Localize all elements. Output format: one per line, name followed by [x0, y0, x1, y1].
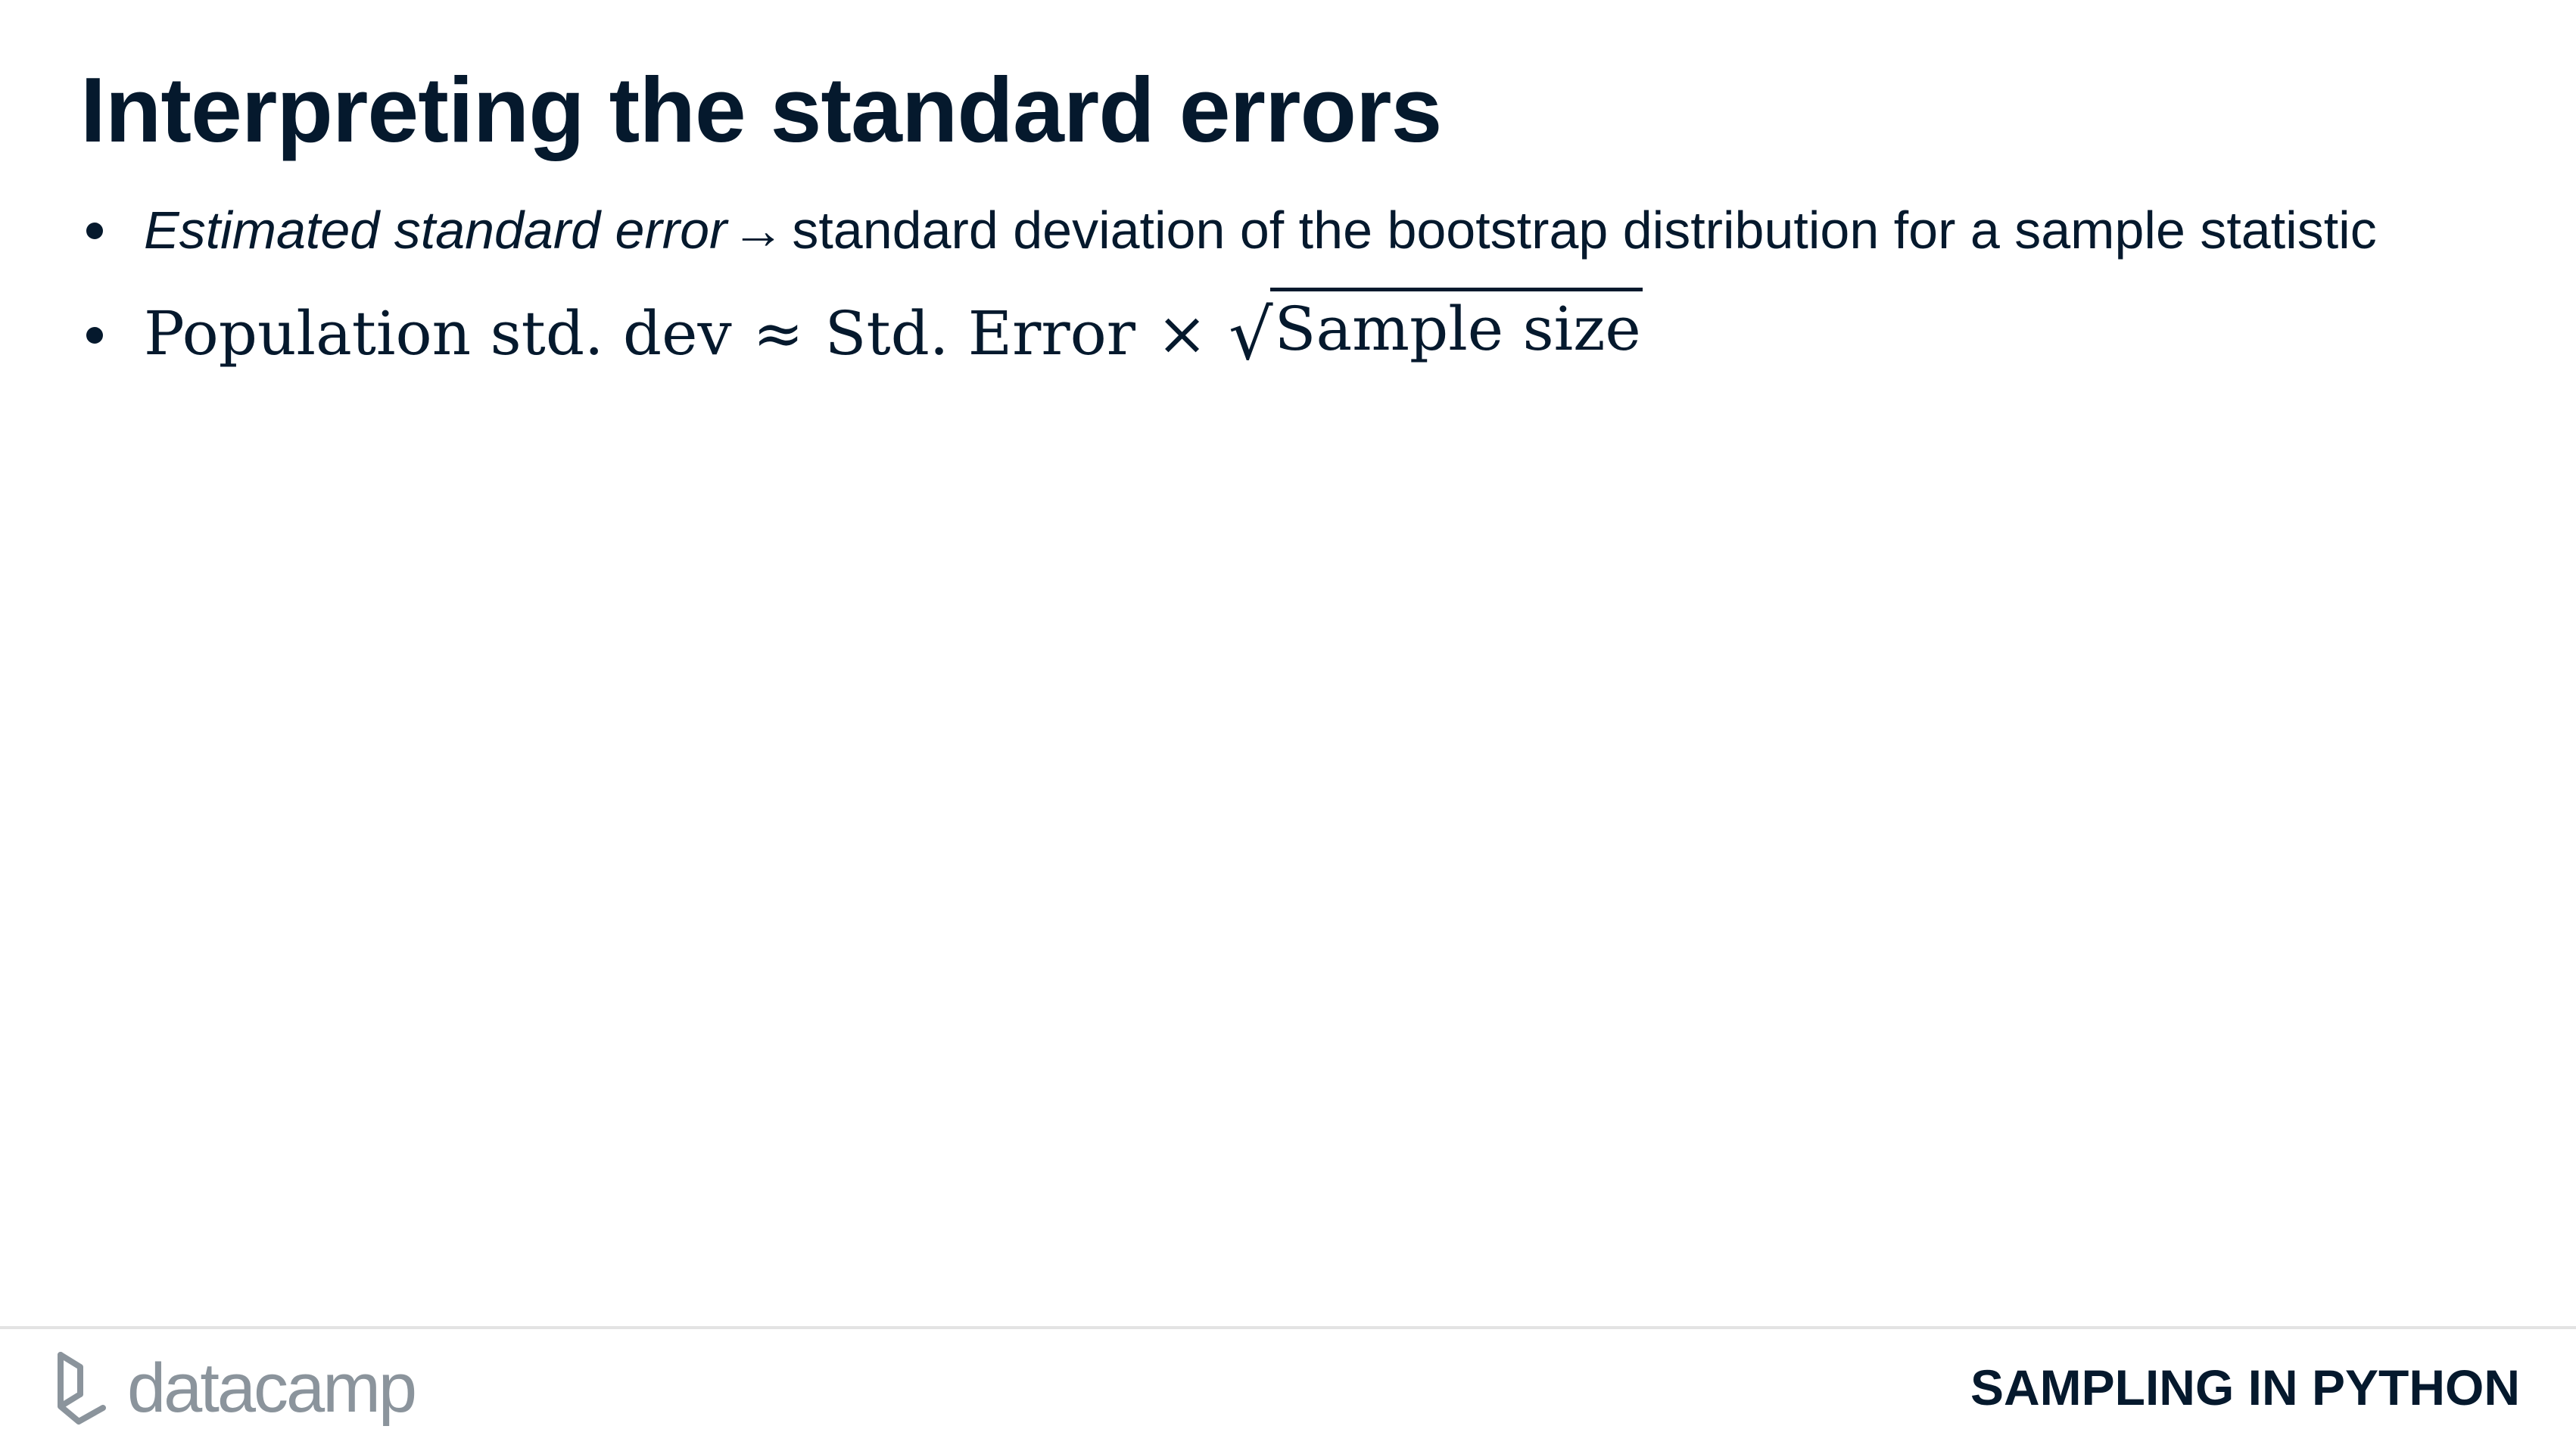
datacamp-logo-icon: [58, 1352, 106, 1425]
bullet-marker: [86, 223, 103, 239]
term-estimated-standard-error: Estimated standard error: [144, 201, 727, 260]
bullet-marker: [86, 327, 103, 344]
bullet-list: Estimated standard error→ standard deviat…: [80, 189, 2487, 383]
course-title: SAMPLING IN PYTHON: [1970, 1359, 2520, 1415]
logo-text: datacamp: [127, 1350, 417, 1427]
radical-icon: √: [1229, 294, 1273, 375]
slide-title: Interpreting the standard errors: [80, 58, 1442, 161]
formula-std-error: Std. Error: [824, 298, 1135, 369]
square-root: √ Sample size: [1229, 288, 1643, 370]
definition-text: standard deviation of the bootstrap dist…: [792, 201, 2377, 260]
bullet-formula: Population std. dev ≈ Std. Error × √ Sample s…: [80, 285, 2487, 383]
bullet-standard-error-definition: Estimated standard error→ standard deviat…: [80, 189, 2487, 271]
times-symbol: ×: [1156, 298, 1208, 369]
approx-symbol: ≈: [752, 298, 804, 369]
datacamp-logo: datacamp: [53, 1349, 417, 1428]
footer-divider: [0, 1326, 2576, 1329]
arrow-icon: →: [731, 201, 785, 260]
formula-radicand: Sample size: [1269, 288, 1643, 366]
formula-lhs: Population std. dev: [144, 298, 732, 369]
